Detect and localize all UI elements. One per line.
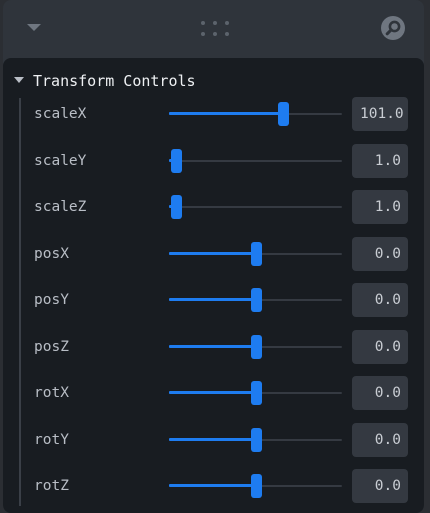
slider-fill <box>169 437 256 441</box>
value-input-posX[interactable]: 0.0 <box>352 236 408 271</box>
search-icon <box>381 16 405 40</box>
slider-posX[interactable] <box>169 239 342 269</box>
slider-thumb[interactable] <box>251 474 262 498</box>
control-label: scaleY <box>34 152 87 169</box>
control-row-scaleZ: scaleZ 1.0 <box>23 184 424 230</box>
slider-scaleZ[interactable] <box>169 192 342 222</box>
panel-collapse-button[interactable] <box>23 20 45 36</box>
drag-handle-icon <box>201 21 229 36</box>
value-input-rotY[interactable]: 0.0 <box>352 422 408 457</box>
control-label: scaleZ <box>34 199 87 215</box>
slider-rotZ[interactable] <box>169 471 342 501</box>
slider-fill <box>169 251 256 255</box>
slider-thumb[interactable] <box>251 381 262 405</box>
panel-titlebar <box>3 0 424 56</box>
slider-fill <box>169 484 256 487</box>
slider-thumb[interactable] <box>171 148 182 173</box>
slider-track <box>169 159 342 162</box>
control-row-posY: posY 0.0 <box>23 277 424 323</box>
panel-search-button[interactable] <box>379 14 407 42</box>
value-input-scaleZ[interactable]: 1.0 <box>352 190 408 224</box>
control-label: scaleX <box>34 106 87 122</box>
control-row-rotZ: rotZ 0.0 <box>23 463 424 509</box>
slider-rotY[interactable] <box>169 425 342 455</box>
slider-rotX[interactable] <box>169 378 342 408</box>
control-row-scaleX: scaleX 101.0 <box>23 91 424 137</box>
control-row-rotY: rotY 0.0 <box>23 417 424 463</box>
slider-thumb[interactable] <box>251 334 262 359</box>
slider-thumb[interactable] <box>251 427 262 452</box>
value-input-posZ[interactable]: 0.0 <box>352 329 408 364</box>
panel-drag-handle[interactable] <box>197 18 233 40</box>
control-label: rotZ <box>34 478 69 494</box>
value-input-rotZ[interactable]: 0.0 <box>352 469 408 503</box>
slider-posY[interactable] <box>169 285 342 315</box>
slider-track <box>169 206 342 208</box>
slider-thumb[interactable] <box>278 102 289 126</box>
folder-title: Transform Controls <box>33 72 196 90</box>
control-row-posX: posX 0.0 <box>23 231 424 277</box>
transform-folder: Transform Controls scaleX 101.0 scaleY 1.0 s… <box>3 58 424 513</box>
control-label: posX <box>34 245 69 262</box>
slider-fill <box>169 391 256 394</box>
slider-fill <box>169 112 283 115</box>
slider-fill <box>169 344 256 348</box>
control-label: posY <box>34 292 69 308</box>
control-label: rotX <box>34 385 69 401</box>
value-input-rotX[interactable]: 0.0 <box>352 376 408 410</box>
gui-panel: Transform Controls scaleX 101.0 scaleY 1.0 s… <box>3 0 424 513</box>
slider-thumb[interactable] <box>251 288 262 312</box>
value-input-scaleX[interactable]: 101.0 <box>352 97 408 131</box>
slider-posZ[interactable] <box>169 332 342 362</box>
value-input-scaleY[interactable]: 1.0 <box>352 143 408 178</box>
control-row-rotX: rotX 0.0 <box>23 370 424 416</box>
folder-indent-line <box>19 98 21 506</box>
slider-scaleX[interactable] <box>169 99 342 129</box>
control-label: posZ <box>34 338 69 355</box>
control-row-posZ: posZ 0.0 <box>23 324 424 370</box>
slider-scaleY[interactable] <box>169 146 342 176</box>
slider-thumb[interactable] <box>251 241 262 266</box>
control-row-scaleY: scaleY 1.0 <box>23 138 424 184</box>
value-input-posY[interactable]: 0.0 <box>352 283 408 317</box>
caret-down-icon <box>14 77 24 83</box>
slider-fill <box>169 298 256 301</box>
caret-down-icon <box>27 24 41 31</box>
control-label: rotY <box>34 431 69 448</box>
slider-thumb[interactable] <box>171 195 182 219</box>
